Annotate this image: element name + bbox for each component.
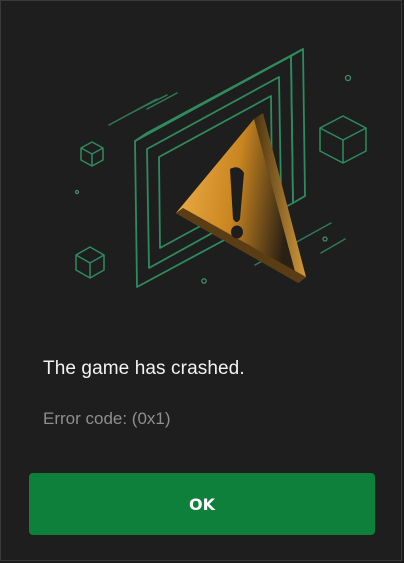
cube-icon-right <box>319 115 367 164</box>
warning-triangle-icon <box>176 113 306 283</box>
cube-icon-top-left <box>80 141 104 167</box>
crash-warning-illustration <box>74 48 367 288</box>
crash-message: The game has crashed. <box>43 358 245 379</box>
error-code-text: Error code: (0x1) <box>43 409 171 428</box>
cube-icon-bottom-left <box>75 246 105 279</box>
crash-dialog: The game has crashed. Error code: (0x1) … <box>0 0 402 561</box>
ok-button[interactable]: OK <box>29 473 375 535</box>
